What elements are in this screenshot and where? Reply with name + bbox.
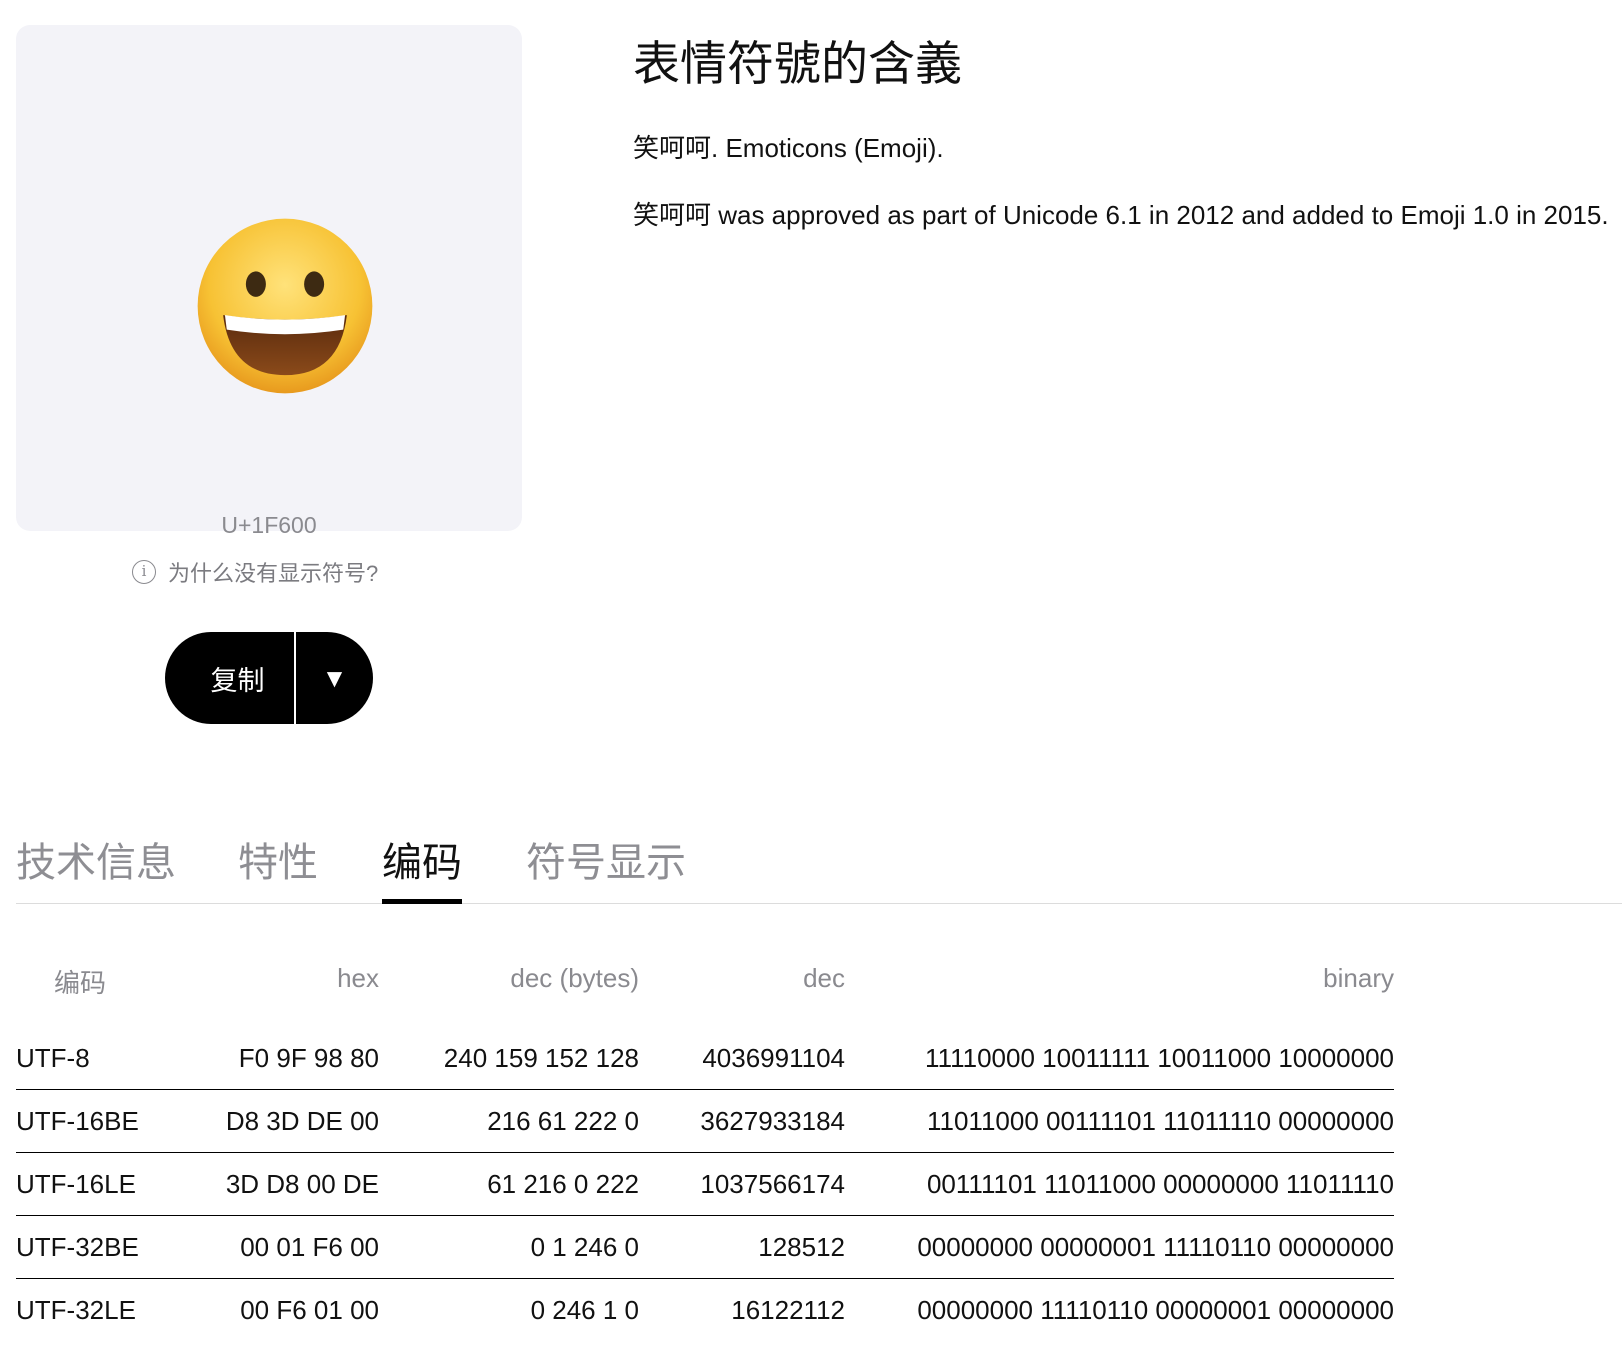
info-icon: i — [132, 560, 156, 584]
tab-technical-info[interactable]: 技术信息 — [16, 830, 176, 902]
column-header-dec: dec — [803, 963, 845, 993]
emoji-description: 笑呵呵. Emoticons (Emoji). — [633, 133, 944, 163]
binary-value: 11110000 10011111 10011000 10000000 — [925, 1042, 1394, 1073]
table-row: UTF-8 F0 9F 98 80 240 159 152 128 403699… — [16, 1027, 1394, 1090]
dec-bytes-value: 240 159 152 128 — [443, 1042, 639, 1073]
dec-bytes-value: 0 246 1 0 — [379, 1278, 639, 1341]
dec-value: 1037566174 — [639, 1152, 845, 1216]
table-row: UTF-16LE 3D D8 00 DE 61 216 0 222 103756… — [16, 1152, 1394, 1216]
codepoint-label: U+1F600 — [221, 512, 317, 538]
dec-value: 128512 — [639, 1215, 845, 1279]
grinning-face-icon — [197, 218, 373, 394]
info-tabs: 技术信息 特性 编码 符号显示 — [16, 820, 1622, 904]
tab-encoding[interactable]: 编码 — [382, 830, 462, 904]
encoding-table: 编码 hex dec (bytes) dec binary UTF-8 F0 9… — [16, 963, 1394, 1341]
dec-bytes-value: 0 1 246 0 — [379, 1215, 639, 1279]
table-row: UTF-16BE D8 3D DE 00 216 61 222 0 362793… — [16, 1089, 1394, 1153]
dec-bytes-value: 61 216 0 222 — [379, 1152, 639, 1216]
copy-button[interactable]: 复制 — [165, 632, 294, 724]
encoding-name: UTF-8 — [16, 1042, 90, 1073]
column-header-dec-bytes: dec (bytes) — [510, 963, 639, 993]
encoding-name: UTF-32BE — [16, 1215, 176, 1279]
column-header-hex: hex — [337, 963, 379, 993]
copy-button-group: 复制 ▼ — [165, 632, 373, 724]
binary-value: 00000000 00000001 11110110 00000000 — [845, 1215, 1394, 1279]
hex-value: 3D D8 00 DE — [176, 1152, 379, 1216]
column-header-binary: binary — [1323, 963, 1394, 993]
hex-value: D8 3D DE 00 — [176, 1089, 379, 1153]
dec-value: 4036991104 — [702, 1042, 845, 1073]
table-row: UTF-32BE 00 01 F6 00 0 1 246 0 128512 00… — [16, 1215, 1394, 1279]
table-header-row: 编码 hex dec (bytes) dec binary — [16, 963, 1394, 1027]
binary-value: 11011000 00111101 11011110 00000000 — [845, 1089, 1394, 1153]
dec-value: 16122112 — [639, 1278, 845, 1341]
page-title: 表情符號的含義 — [633, 37, 962, 90]
tab-symbol-display[interactable]: 符号显示 — [526, 830, 686, 902]
table-row: UTF-32LE 00 F6 01 00 0 246 1 0 16122112 … — [16, 1278, 1394, 1341]
binary-value: 00000000 11110110 00000001 00000000 — [845, 1278, 1394, 1341]
encoding-name: UTF-16BE — [16, 1089, 176, 1153]
emoji-preview-card: U+1F600 — [16, 25, 522, 538]
binary-value: 00111101 11011000 00000000 11011110 — [845, 1152, 1394, 1216]
caret-down-icon: ▼ — [321, 662, 348, 693]
dec-bytes-value: 216 61 222 0 — [379, 1089, 639, 1153]
tab-properties[interactable]: 特性 — [238, 830, 318, 902]
encoding-name: UTF-32LE — [16, 1278, 176, 1341]
copy-options-dropdown[interactable]: ▼ — [296, 632, 373, 724]
hex-value: F0 9F 98 80 — [238, 1042, 379, 1073]
hex-value: 00 01 F6 00 — [176, 1215, 379, 1279]
dec-value: 3627933184 — [639, 1089, 845, 1153]
hex-value: 00 F6 01 00 — [176, 1278, 379, 1341]
encoding-name: UTF-16LE — [16, 1152, 176, 1216]
column-header-encoding: 编码 — [54, 968, 107, 998]
emoji-history: 笑呵呵 was approved as part of Unicode 6.1 … — [633, 200, 1609, 230]
why-no-symbol-link[interactable]: i 为什么没有显示符号? — [132, 556, 378, 588]
help-link-label: 为什么没有显示符号? — [168, 561, 379, 586]
